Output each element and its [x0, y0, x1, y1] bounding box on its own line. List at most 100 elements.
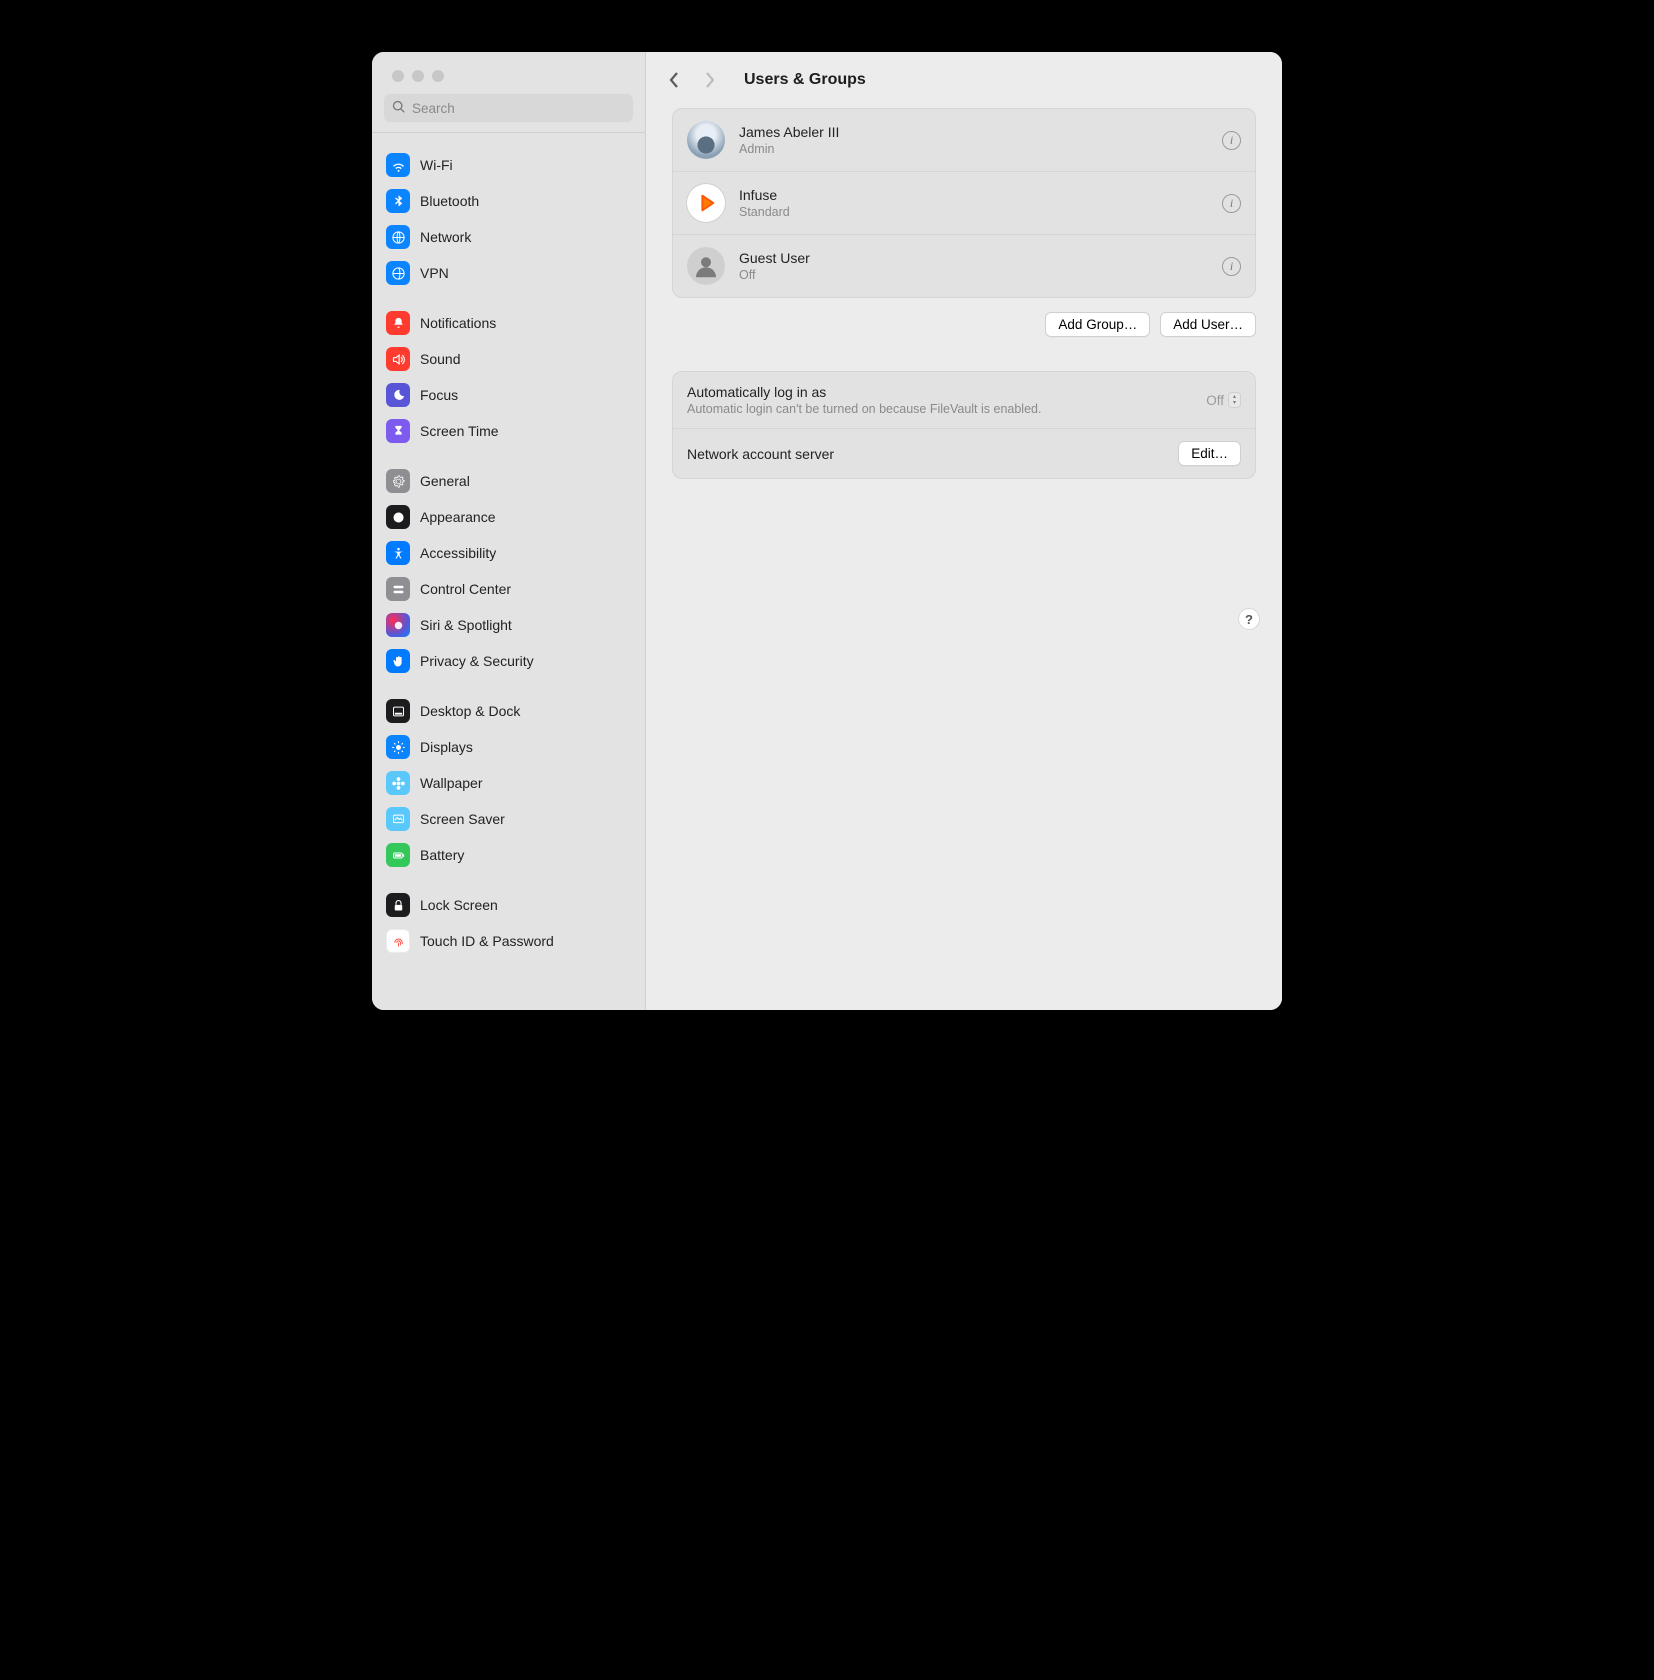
help-button[interactable]: ?	[1238, 608, 1260, 630]
users-list: James Abeler IIIAdminiInfuseStandardiGue…	[672, 108, 1256, 298]
user-name: Infuse	[739, 187, 1208, 203]
hourglass-icon	[386, 419, 410, 443]
sidebar-item-screen-saver[interactable]: Screen Saver	[380, 801, 637, 837]
add-group-button[interactable]: Add Group…	[1045, 312, 1150, 337]
auto-login-value: Off	[1206, 393, 1224, 408]
sidebar-item-label: Bluetooth	[420, 193, 479, 209]
sidebar-item-touch-id-password[interactable]: Touch ID & Password	[380, 923, 637, 959]
info-icon[interactable]: i	[1222, 257, 1241, 276]
sidebar-item-screen-time[interactable]: Screen Time	[380, 413, 637, 449]
auto-login-note: Automatic login can't be turned on becau…	[687, 402, 1194, 416]
sidebar-item-appearance[interactable]: Appearance	[380, 499, 637, 535]
header: Users & Groups	[646, 52, 1282, 108]
user-role: Standard	[739, 205, 1208, 219]
sidebar-item-control-center[interactable]: Control Center	[380, 571, 637, 607]
sidebar-item-label: Privacy & Security	[420, 653, 534, 669]
sidebar-item-privacy-security[interactable]: Privacy & Security	[380, 643, 637, 679]
sidebar-item-label: Sound	[420, 351, 460, 367]
zoom-window-button[interactable]	[432, 70, 444, 82]
appearance-icon	[386, 505, 410, 529]
sidebar-item-label: Siri & Spotlight	[420, 617, 512, 633]
battery-icon	[386, 843, 410, 867]
sidebar-item-accessibility[interactable]: Accessibility	[380, 535, 637, 571]
sidebar-nav: Wi-Fi Bluetooth Network VPN Notifications Sou…	[372, 133, 645, 1010]
sidebar-item-label: General	[420, 473, 470, 489]
auto-login-title: Automatically log in as	[687, 384, 1194, 400]
add-user-button[interactable]: Add User…	[1160, 312, 1256, 337]
sidebar-item-general[interactable]: General	[380, 463, 637, 499]
user-row: Guest UserOffi	[673, 235, 1255, 297]
sidebar-item-wallpaper[interactable]: Wallpaper	[380, 765, 637, 801]
network-icon	[386, 225, 410, 249]
sidebar-item-label: VPN	[420, 265, 449, 281]
sidebar-item-lock-screen[interactable]: Lock Screen	[380, 887, 637, 923]
sidebar-item-label: Wallpaper	[420, 775, 483, 791]
info-icon[interactable]: i	[1222, 131, 1241, 150]
sidebar-item-notifications[interactable]: Notifications	[380, 305, 637, 341]
lock-icon	[386, 893, 410, 917]
user-row: Infuse Standard i	[673, 172, 1255, 235]
vpn-icon	[386, 261, 410, 285]
sidebar-item-displays[interactable]: Displays	[380, 729, 637, 765]
user-name: James Abeler III	[739, 124, 1208, 140]
flower-icon	[386, 771, 410, 795]
user-row: James Abeler III Admini	[673, 109, 1255, 172]
sidebar-item-focus[interactable]: Focus	[380, 377, 637, 413]
sidebar-item-label: Screen Saver	[420, 811, 505, 827]
user-name: Guest User	[739, 250, 1208, 266]
sidebar-item-siri-spotlight[interactable]: Siri & Spotlight	[380, 607, 637, 643]
sidebar-item-label: Wi-Fi	[420, 157, 453, 173]
auto-login-row: Automatically log in as Automatic login …	[673, 372, 1255, 429]
avatar	[687, 247, 725, 285]
avatar	[687, 184, 725, 222]
minimize-window-button[interactable]	[412, 70, 424, 82]
bell-icon	[386, 311, 410, 335]
sidebar-item-label: Battery	[420, 847, 464, 863]
sidebar-item-bluetooth[interactable]: Bluetooth	[380, 183, 637, 219]
window-controls	[372, 52, 645, 82]
fingerprint-icon	[386, 929, 410, 953]
sidebar-item-battery[interactable]: Battery	[380, 837, 637, 873]
accessibility-icon	[386, 541, 410, 565]
sidebar-item-label: Network	[420, 229, 471, 245]
siri-icon	[386, 613, 410, 637]
network-server-row: Network account server Edit…	[673, 429, 1255, 478]
switches-icon	[386, 577, 410, 601]
sidebar-item-label: Lock Screen	[420, 897, 498, 913]
sidebar-item-desktop-dock[interactable]: Desktop & Dock	[380, 693, 637, 729]
hand-icon	[386, 649, 410, 673]
auto-login-popup[interactable]: Off ▴▾	[1206, 392, 1241, 408]
sidebar-item-label: Touch ID & Password	[420, 933, 554, 949]
main-panel: Users & Groups James Abeler IIIAdminiInf…	[646, 52, 1282, 1010]
search-icon	[392, 100, 406, 117]
network-server-title: Network account server	[687, 446, 1166, 462]
login-settings: Automatically log in as Automatic login …	[672, 371, 1256, 479]
info-icon[interactable]: i	[1222, 194, 1241, 213]
sidebar-item-label: Notifications	[420, 315, 496, 331]
sidebar-item-label: Desktop & Dock	[420, 703, 520, 719]
search-input[interactable]	[412, 101, 625, 116]
user-role: Admin	[739, 142, 1208, 156]
sidebar-item-label: Accessibility	[420, 545, 496, 561]
chevron-up-down-icon: ▴▾	[1228, 392, 1241, 408]
moon-icon	[386, 383, 410, 407]
sidebar-item-label: Control Center	[420, 581, 511, 597]
wifi-icon	[386, 153, 410, 177]
sidebar-item-wi-fi[interactable]: Wi-Fi	[380, 147, 637, 183]
action-row: Add Group… Add User…	[672, 312, 1256, 337]
sidebar-item-sound[interactable]: Sound	[380, 341, 637, 377]
sidebar-item-network[interactable]: Network	[380, 219, 637, 255]
sidebar-item-label: Screen Time	[420, 423, 499, 439]
speaker-icon	[386, 347, 410, 371]
search-field[interactable]	[384, 94, 633, 122]
bluetooth-icon	[386, 189, 410, 213]
sidebar-item-label: Displays	[420, 739, 473, 755]
network-server-edit-button[interactable]: Edit…	[1178, 441, 1241, 466]
back-button[interactable]	[664, 70, 684, 90]
forward-button[interactable]	[700, 70, 720, 90]
sidebar-item-vpn[interactable]: VPN	[380, 255, 637, 291]
avatar	[687, 121, 725, 159]
page-title: Users & Groups	[744, 71, 866, 89]
screensaver-icon	[386, 807, 410, 831]
close-window-button[interactable]	[392, 70, 404, 82]
